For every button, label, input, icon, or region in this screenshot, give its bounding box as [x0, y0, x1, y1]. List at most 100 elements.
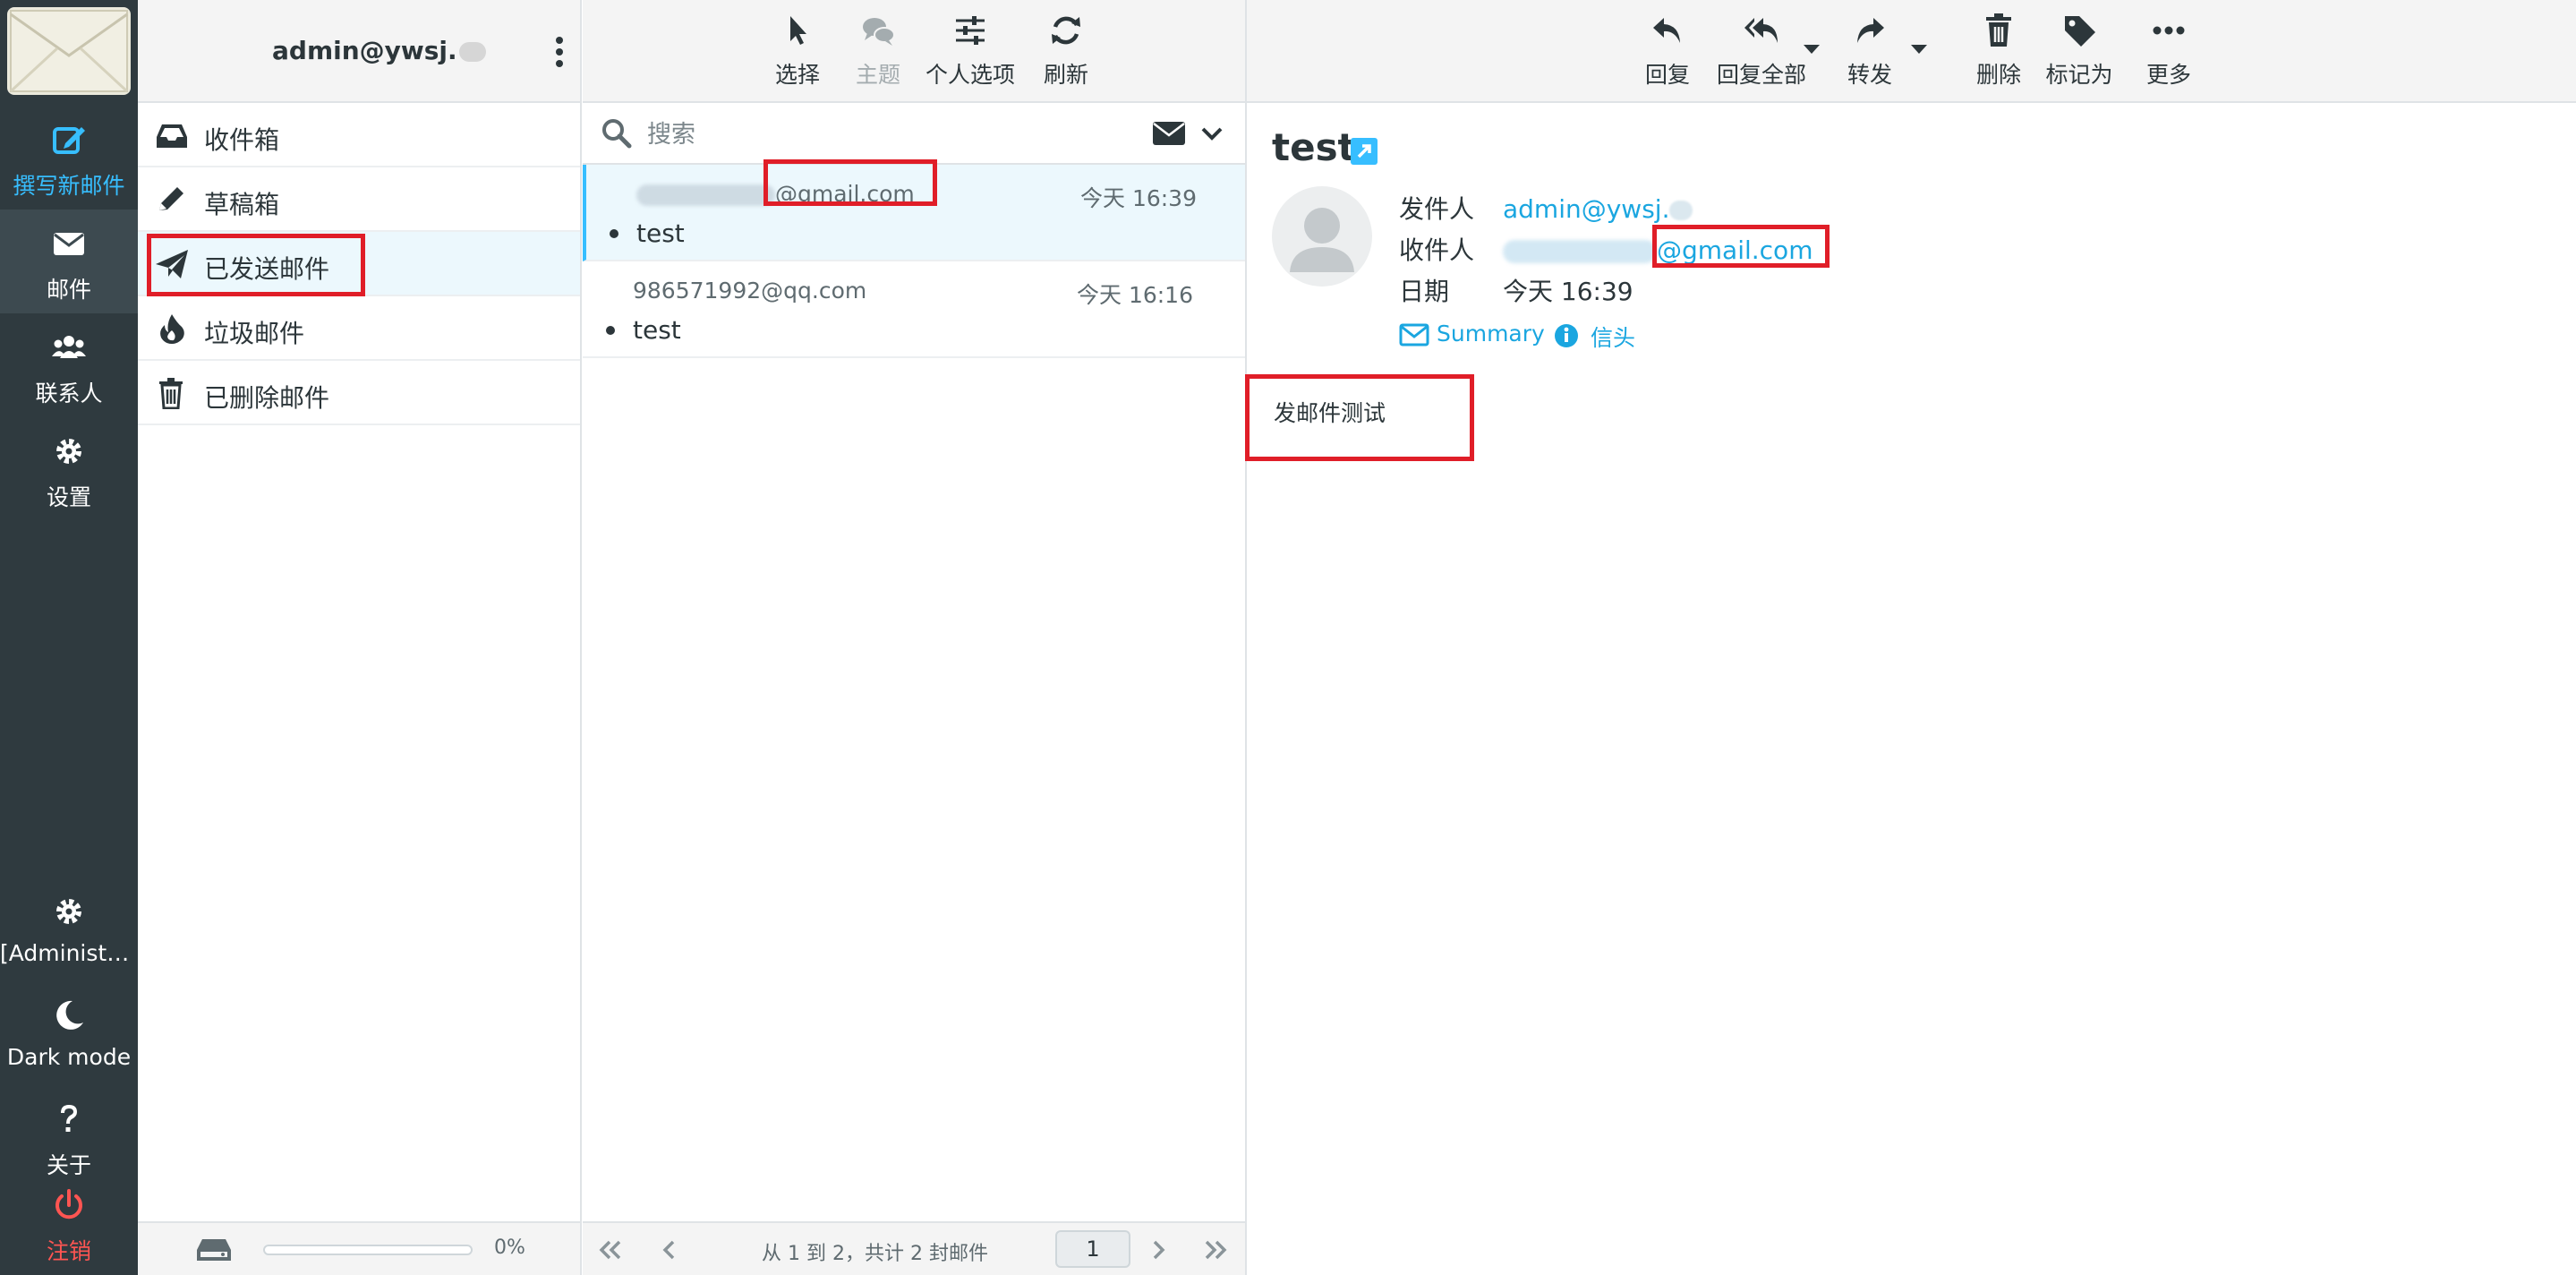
annotation-box-body	[1245, 374, 1474, 461]
message-from: 986571992@qq.com	[633, 278, 867, 304]
nav-settings[interactable]: 设置	[0, 417, 138, 521]
sender-avatar	[1272, 186, 1372, 287]
headers-label: 信头	[1591, 325, 1636, 351]
headers-link[interactable]: 信头	[1553, 321, 1651, 351]
message-date: 今天 16:39	[1080, 185, 1197, 211]
info-icon	[1555, 324, 1578, 347]
envelope-outline-icon	[1399, 323, 1429, 347]
account-header: admin@ywsj.	[138, 0, 580, 103]
folder-label: 草稿箱	[204, 190, 280, 219]
envelope-icon	[54, 233, 84, 255]
reply-all-button[interactable]: 回复全部	[1703, 13, 1820, 90]
redacted-blur	[1669, 201, 1693, 220]
reply-label: 回复	[1644, 62, 1690, 88]
refresh-button[interactable]: 刷新	[1021, 13, 1111, 90]
reply-all-label: 回复全部	[1716, 62, 1806, 88]
folder-trash[interactable]: 已删除邮件	[138, 361, 580, 425]
power-icon	[55, 1189, 82, 1219]
tag-icon	[2065, 16, 2095, 47]
sliders-icon	[956, 16, 985, 45]
forward-label: 转发	[1847, 62, 1892, 88]
to-label: 收件人	[1399, 235, 1475, 265]
app-rail: 撰写新邮件 邮件 联系人 设置 [Administrator]	[0, 0, 138, 1275]
envelope-logo-icon	[9, 10, 129, 93]
trash-icon	[1986, 13, 2011, 47]
dark-mode-label: Dark mode	[6, 1044, 132, 1070]
previous-page-icon[interactable]	[656, 1237, 683, 1262]
compose-button[interactable]: 撰写新邮件	[0, 106, 138, 210]
list-options-button[interactable]: 个人选项	[912, 13, 1028, 90]
annotation-box-recipient	[1652, 225, 1830, 268]
compose-icon	[53, 127, 85, 154]
unread-dot	[606, 326, 615, 335]
account-name: admin@ywsj.	[272, 36, 486, 65]
logout-button[interactable]: 注销	[0, 1171, 138, 1275]
header-from: 发件人 admin@ywsj.	[1399, 190, 1693, 226]
folder-drafts[interactable]: 草稿箱	[138, 167, 580, 232]
message-toolbar: 回复 回复全部 转发 删除 标记为 更多	[1247, 0, 2576, 103]
page-number[interactable]: 1	[1055, 1230, 1130, 1268]
search-input[interactable]	[645, 116, 1093, 152]
list-pager: 从 1 到 2，共计 2 封邮件 1	[583, 1221, 1245, 1275]
folder-junk[interactable]: 垃圾邮件	[138, 296, 580, 361]
delete-label: 删除	[1975, 62, 2021, 88]
gear-icon	[56, 439, 81, 464]
next-page-icon[interactable]	[1145, 1237, 1172, 1262]
reply-button[interactable]: 回复	[1623, 13, 1712, 90]
open-in-new-window-icon[interactable]	[1351, 138, 1378, 165]
unread-dot	[610, 229, 618, 238]
chevron-down-icon[interactable]	[1200, 124, 1224, 143]
trash-icon	[159, 378, 183, 409]
folder-panel: admin@ywsj. 收件箱 草稿箱 已发送邮件 垃圾邮件 已删除邮件 0%	[138, 0, 582, 1275]
quota-progress	[263, 1245, 473, 1255]
from-value[interactable]: admin@ywsj.	[1503, 194, 1669, 224]
first-page-icon[interactable]	[597, 1237, 624, 1262]
inbox-icon	[157, 124, 187, 148]
select-button[interactable]: 选择	[753, 13, 842, 90]
summary-label: Summary	[1437, 321, 1545, 347]
envelope-logo[interactable]	[7, 7, 131, 95]
folder-inbox[interactable]: 收件箱	[138, 103, 580, 167]
message-date: 今天 16:16	[1077, 282, 1193, 308]
more-dots-icon	[2153, 26, 2185, 35]
forward-dropdown-caret[interactable]	[1911, 45, 1927, 54]
folder-label: 收件箱	[204, 125, 280, 155]
search-bar	[583, 104, 1245, 165]
envelope-icon[interactable]	[1152, 120, 1186, 147]
nav-contacts-label: 联系人	[35, 381, 103, 406]
pencil-icon	[159, 187, 183, 210]
summary-link[interactable]: Summary	[1399, 321, 1551, 351]
threads-label: 主题	[855, 62, 900, 88]
date-label: 日期	[1399, 277, 1450, 306]
compose-label: 撰写新邮件	[13, 173, 125, 199]
redacted-blur	[1503, 240, 1657, 263]
fire-icon	[160, 314, 184, 344]
nav-administrator[interactable]: [Administrator]	[0, 877, 138, 981]
message-row[interactable]: 986571992@qq.com 今天 16:16 test	[583, 261, 1245, 358]
cursor-icon	[790, 16, 806, 45]
more-label: 更多	[2145, 62, 2191, 88]
account-name-text: admin@ywsj.	[272, 36, 457, 65]
more-button[interactable]: 更多	[2124, 13, 2213, 90]
list-toolbar: 选择 主题 个人选项 刷新	[583, 0, 1245, 103]
quota-bar: 0%	[138, 1221, 580, 1275]
dark-mode-toggle[interactable]: Dark mode	[0, 981, 138, 1085]
last-page-icon[interactable]	[1202, 1237, 1229, 1262]
nav-contacts[interactable]: 联系人	[0, 313, 138, 417]
nav-mail[interactable]: 邮件	[0, 210, 138, 313]
forward-button[interactable]: 转发	[1825, 13, 1915, 90]
mark-label: 标记为	[2045, 62, 2113, 88]
date-value: 今天 16:39	[1503, 277, 1633, 306]
from-label: 发件人	[1399, 194, 1475, 224]
nav-mail-label: 邮件	[46, 277, 91, 303]
refresh-label: 刷新	[1043, 62, 1088, 88]
reply-all-dropdown-caret[interactable]	[1804, 45, 1820, 54]
mark-button[interactable]: 标记为	[2034, 13, 2124, 90]
message-subject: test	[633, 315, 681, 345]
kebab-menu-icon[interactable]	[553, 34, 566, 70]
reading-pane: 回复 回复全部 转发 删除 标记为 更多 test 发件人 admin@ywsj…	[1247, 0, 2576, 1275]
threads-button[interactable]: 主题	[833, 13, 923, 90]
delete-button[interactable]: 删除	[1954, 13, 2043, 90]
folder-label: 已删除邮件	[204, 383, 330, 413]
forward-icon	[1857, 18, 1884, 43]
